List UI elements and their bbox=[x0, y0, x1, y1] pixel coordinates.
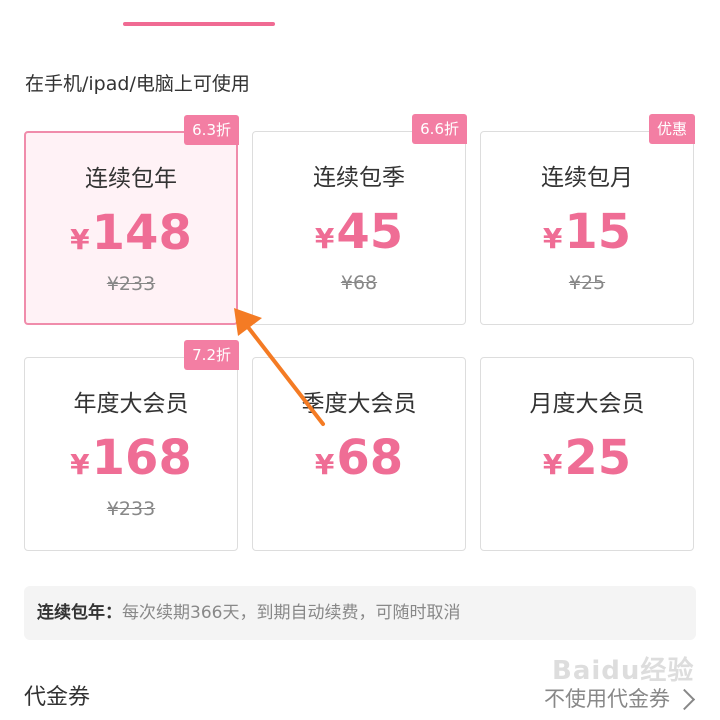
original-price: ¥25 bbox=[568, 272, 606, 294]
price-value: 25 bbox=[564, 430, 632, 486]
discount-badge: 7.2折 bbox=[184, 340, 239, 370]
plan-price: ¥148 bbox=[26, 203, 236, 274]
renewal-info-label: 连续包年： bbox=[37, 603, 122, 623]
plan-title: 年度大会员 bbox=[73, 391, 189, 417]
baidu-watermark: Baidu经验 bbox=[552, 656, 695, 686]
voucher-value: 不使用代金券 bbox=[544, 687, 670, 711]
plan-price: ¥168 bbox=[25, 428, 237, 499]
original-price: ¥68 bbox=[340, 272, 378, 294]
currency-symbol: ¥ bbox=[314, 448, 335, 481]
currency-symbol: ¥ bbox=[542, 222, 563, 255]
original-price: ¥233 bbox=[106, 273, 156, 295]
price-value: 68 bbox=[336, 430, 404, 486]
plan-title: 季度大会员 bbox=[301, 391, 417, 417]
renewal-info-bar: 连续包年：每次续期366天，到期自动续费，可随时取消 bbox=[24, 586, 696, 640]
currency-symbol: ¥ bbox=[70, 448, 90, 481]
plan-title: 月度大会员 bbox=[529, 391, 645, 417]
plan-title: 连续包季 bbox=[313, 165, 405, 191]
discount-badge: 6.6折 bbox=[412, 114, 467, 144]
plan-card-monthly-vip[interactable]: 月度大会员 ¥25 bbox=[480, 357, 694, 551]
chevron-right-icon bbox=[673, 688, 696, 711]
plan-title: 连续包年 bbox=[85, 166, 177, 192]
voucher-label: 代金券 bbox=[24, 685, 91, 710]
price-value: 148 bbox=[91, 205, 192, 261]
discount-badge: 优惠 bbox=[648, 114, 695, 144]
renewal-info-text: 每次续期366天，到期自动续费，可随时取消 bbox=[122, 603, 461, 623]
plan-card-monthly-auto[interactable]: 优惠 连续包月 ¥15 ¥25 bbox=[480, 114, 695, 325]
currency-symbol: ¥ bbox=[70, 223, 90, 256]
plan-title: 连续包月 bbox=[541, 165, 633, 191]
currency-symbol: ¥ bbox=[314, 222, 335, 255]
discount-badge: 6.3折 bbox=[184, 115, 239, 145]
plan-price: ¥25 bbox=[481, 428, 693, 499]
device-availability-text: 在手机/ipad/电脑上可使用 bbox=[25, 73, 250, 95]
price-value: 45 bbox=[336, 204, 404, 260]
page: 在手机/ipad/电脑上可使用 6.3折 连续包年 ¥148 ¥233 6.6折… bbox=[0, 0, 720, 720]
plan-card-yearly-auto[interactable]: 6.3折 连续包年 ¥148 ¥233 bbox=[24, 115, 239, 325]
active-tab-indicator bbox=[123, 22, 275, 26]
plan-card-quarterly-vip[interactable]: 季度大会员 ¥68 bbox=[252, 357, 466, 551]
currency-symbol: ¥ bbox=[542, 448, 563, 481]
plan-price: ¥68 bbox=[253, 428, 465, 499]
price-value: 15 bbox=[564, 204, 632, 260]
plan-card-quarterly-auto[interactable]: 6.6折 连续包季 ¥45 ¥68 bbox=[252, 114, 467, 325]
original-price: ¥233 bbox=[106, 498, 156, 520]
plan-price: ¥15 bbox=[481, 202, 693, 273]
plan-price: ¥45 bbox=[253, 202, 465, 273]
price-value: 168 bbox=[91, 430, 192, 486]
plan-card-yearly-vip[interactable]: 7.2折 年度大会员 ¥168 ¥233 bbox=[24, 340, 239, 551]
